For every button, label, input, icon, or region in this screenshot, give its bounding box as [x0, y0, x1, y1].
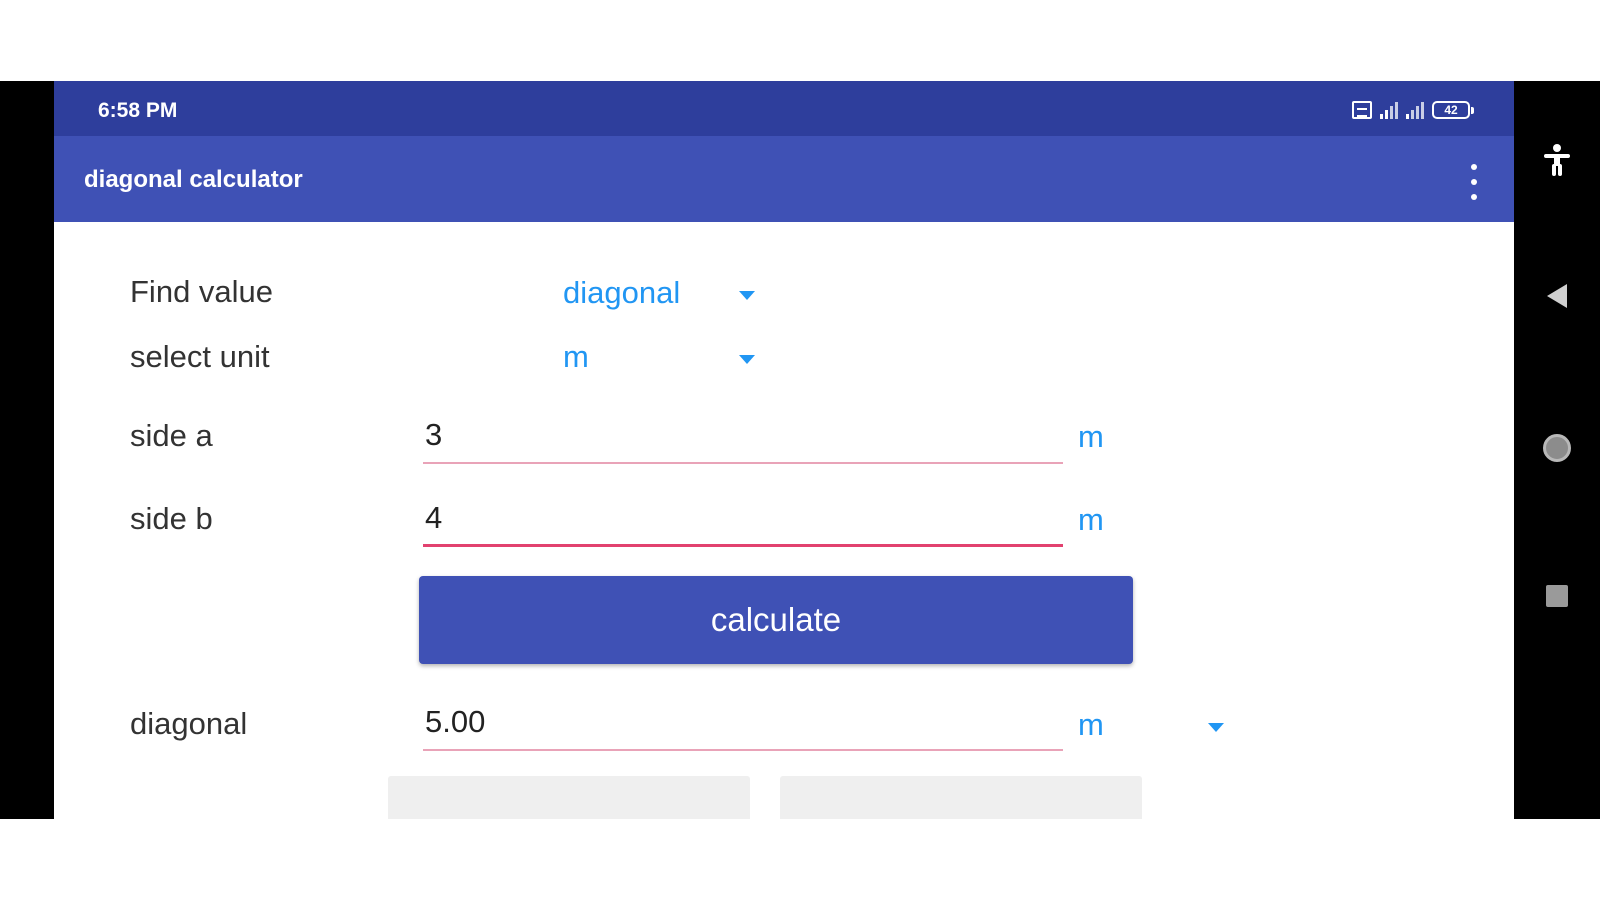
side-b-input[interactable]	[423, 495, 1063, 541]
back-button[interactable]	[1536, 275, 1578, 317]
calculate-button[interactable]: calculate	[419, 576, 1133, 664]
diagonal-input[interactable]	[423, 699, 1063, 745]
system-nav-bar	[1514, 81, 1600, 819]
side-b-label: side b	[130, 501, 213, 536]
bottom-button-left[interactable]	[388, 776, 750, 819]
status-bar: 6:58 PM 42	[54, 81, 1514, 136]
find-value-label: Find value	[130, 274, 274, 309]
battery-icon: 42	[1432, 101, 1474, 119]
diagonal-unit-spinner[interactable]: m	[1078, 703, 1248, 747]
side-b-unit: m	[1078, 502, 1104, 537]
app-screen: 6:58 PM 42 diagonal calculator Find valu…	[54, 81, 1514, 819]
side-a-input[interactable]	[423, 412, 1063, 458]
side-a-underline	[423, 462, 1063, 464]
back-icon	[1547, 284, 1567, 308]
recents-button[interactable]	[1536, 575, 1578, 617]
side-a-label: side a	[130, 418, 213, 453]
diagonal-unit-selected: m	[1078, 707, 1104, 742]
app-bar: diagonal calculator	[54, 136, 1514, 222]
bottom-button-right[interactable]	[780, 776, 1142, 819]
diagonal-underline	[423, 749, 1063, 751]
side-b-underline	[423, 544, 1063, 547]
device-frame: 6:58 PM 42 diagonal calculator Find valu…	[0, 81, 1600, 819]
find-value-selected: diagonal	[563, 275, 681, 310]
select-unit-spinner[interactable]: m	[563, 335, 763, 379]
recents-icon	[1546, 585, 1568, 607]
app-title: diagonal calculator	[84, 166, 303, 193]
home-button[interactable]	[1536, 427, 1578, 469]
side-b-field	[423, 495, 1063, 547]
signal-icon	[1406, 101, 1424, 119]
side-a-unit: m	[1078, 419, 1104, 454]
signal-icon	[1380, 101, 1398, 119]
select-unit-selected: m	[563, 339, 589, 374]
sim-icon	[1352, 101, 1372, 119]
diagonal-field	[423, 699, 1063, 751]
home-icon	[1543, 434, 1571, 462]
dropdown-arrow-icon	[739, 355, 755, 364]
find-value-spinner[interactable]: diagonal	[563, 271, 763, 315]
dropdown-arrow-icon	[1208, 723, 1224, 732]
accessibility-icon[interactable]	[1536, 139, 1578, 181]
status-time: 6:58 PM	[98, 99, 178, 122]
diagonal-label: diagonal	[130, 706, 248, 741]
side-a-field	[423, 412, 1063, 464]
status-icons: 42	[1352, 101, 1474, 119]
select-unit-label: select unit	[130, 339, 270, 374]
dropdown-arrow-icon	[739, 291, 755, 300]
more-vert-icon[interactable]	[1464, 164, 1484, 200]
calculator-form: Find value diagonal select unit m side a…	[54, 222, 1514, 819]
